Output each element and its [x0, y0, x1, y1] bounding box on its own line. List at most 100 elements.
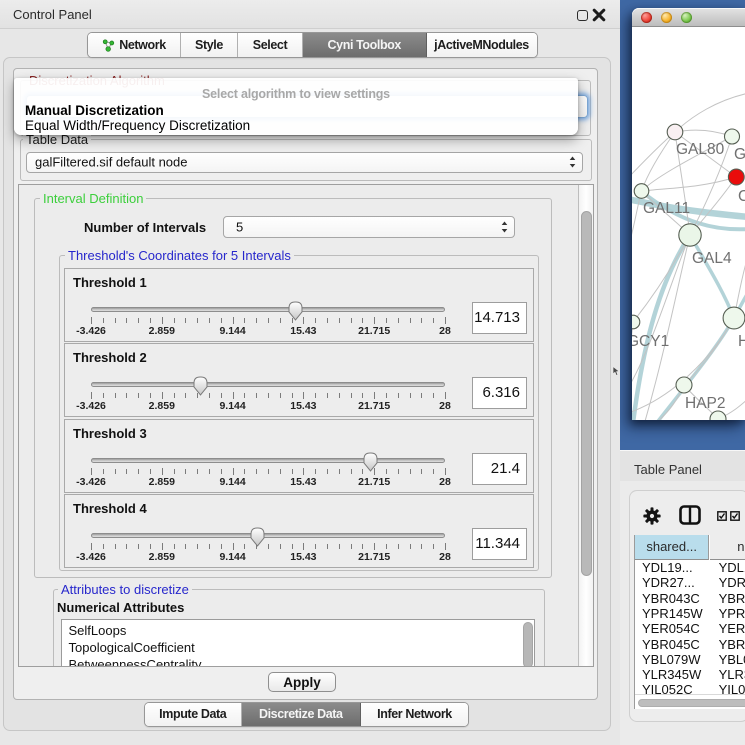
zoom-traffic-light[interactable]: [681, 12, 692, 23]
cell-name: YER0: [719, 621, 745, 636]
scrollbar-thumb[interactable]: [581, 211, 592, 576]
slider-tick-label: 15.43: [290, 476, 316, 488]
network-node-red-node[interactable]: [728, 169, 744, 185]
minimize-traffic-light[interactable]: [661, 12, 672, 23]
table-row[interactable]: YPR145WYPR1: [635, 606, 745, 621]
tab-style[interactable]: Style: [181, 33, 238, 57]
gear-icon[interactable]: [643, 507, 661, 525]
slider-track[interactable]: [91, 533, 445, 538]
slider-minor-tick: [280, 469, 281, 474]
slider-track[interactable]: [91, 458, 445, 463]
close-traffic-light[interactable]: [641, 12, 652, 23]
slider-minor-tick: [221, 393, 222, 398]
control-panel-titlebar: Control Panel: [0, 0, 620, 29]
table-h-scrollbar[interactable]: [635, 694, 745, 709]
network-window[interactable]: GAL80GACGAL11GAL4GCY1HHAP2: [632, 8, 745, 420]
slider-minor-tick: [339, 393, 340, 398]
table-row[interactable]: YDL19... YDL1: [635, 560, 745, 575]
slider-tick-label: -3.426: [76, 476, 106, 488]
slider-minor-tick: [292, 393, 293, 398]
slider-track[interactable]: [91, 382, 445, 387]
float-window-icon[interactable]: [577, 10, 588, 21]
network-window-titlebar[interactable]: [632, 8, 745, 27]
slider-thumb[interactable]: [288, 301, 303, 321]
slider-thumb[interactable]: [250, 527, 265, 547]
threshold-value-field[interactable]: 6.316: [472, 377, 527, 409]
slider-minor-tick: [244, 318, 245, 323]
network-node-label: GAL4: [692, 250, 732, 267]
tab-infer-network[interactable]: Infer Network: [361, 703, 468, 727]
attribute-item[interactable]: SelfLoops: [69, 623, 127, 638]
slider-minor-tick: [433, 544, 434, 549]
network-node-GAL-right[interactable]: [725, 129, 740, 144]
threshold-value-field[interactable]: 14.713: [472, 302, 527, 334]
slider-minor-tick: [398, 469, 399, 474]
table-data-select[interactable]: galFiltered.sif default node: [26, 152, 583, 174]
slider-minor-tick: [103, 393, 104, 398]
slider-track[interactable]: [91, 307, 445, 312]
scrollbar-track[interactable]: [578, 185, 594, 667]
attribute-item[interactable]: TopologicalCoefficient: [69, 640, 195, 655]
table-row[interactable]: YER054CYER0: [635, 621, 745, 636]
popup-item-0[interactable]: Manual Discretization: [25, 103, 164, 118]
tab-label: Network: [119, 38, 166, 52]
slider-minor-tick: [221, 469, 222, 474]
attribute-item[interactable]: BetweennessCentrality: [69, 657, 202, 667]
tab-select[interactable]: Select: [238, 33, 303, 57]
mouse-cursor: [612, 366, 621, 377]
slider-major-tick: [374, 392, 375, 399]
network-node-GAL80[interactable]: [667, 124, 683, 140]
threshold-value-field[interactable]: 11.344: [472, 528, 527, 560]
tab-jactivemnodules[interactable]: jActiveMNodules: [427, 33, 537, 57]
slider-major-tick: [445, 392, 446, 399]
table-row[interactable]: YBR045CYBR0: [635, 637, 745, 652]
threshold-value-field[interactable]: 21.4: [472, 453, 527, 485]
cell-name: YDL1: [719, 560, 745, 575]
checkbox-icon-1[interactable]: [717, 511, 727, 521]
popup-item-1[interactable]: Equal Width/Frequency Discretization: [25, 118, 250, 133]
slider-minor-tick: [421, 469, 422, 474]
number-of-intervals-select[interactable]: 5: [223, 216, 515, 238]
split-columns-icon[interactable]: [679, 505, 701, 525]
network-node-GAL4[interactable]: [679, 224, 701, 246]
slider-tick-label: 2.859: [149, 325, 175, 337]
column-header-name[interactable]: n: [710, 535, 745, 560]
close-icon[interactable]: [592, 8, 606, 22]
network-node-HAP2[interactable]: [676, 377, 692, 393]
table-row[interactable]: YLR345WYLR3: [635, 667, 745, 682]
network-node-GAL11[interactable]: [634, 184, 649, 199]
slider-thumb[interactable]: [193, 376, 208, 396]
checkbox-icon-2[interactable]: [730, 511, 740, 521]
slider-thumb[interactable]: [363, 452, 378, 472]
network-canvas[interactable]: GAL80GACGAL11GAL4GCY1HHAP2: [632, 28, 745, 420]
table-row[interactable]: YIL052CYIL0: [635, 682, 745, 694]
tab-network[interactable]: Network: [88, 33, 181, 57]
table-row[interactable]: YDR27...YDR2: [635, 575, 745, 590]
network-node-H-node[interactable]: [723, 307, 745, 329]
slider-minor-tick: [174, 318, 175, 323]
slider-major-tick: [445, 317, 446, 324]
cell-shared-name: YDL19...: [642, 560, 693, 575]
slider-minor-tick: [209, 544, 210, 549]
combo-arrows-icon: [569, 156, 576, 168]
tab-discretize-data[interactable]: Discretize Data: [242, 703, 362, 727]
table-h-scrollbar-thumb[interactable]: [638, 699, 745, 707]
network-node-bottom-node[interactable]: [710, 411, 726, 420]
numerical-attributes-list[interactable]: SelfLoops TopologicalCoefficient Betweenne…: [61, 619, 535, 667]
slider-major-tick: [445, 543, 446, 550]
tab-cyni-toolbox[interactable]: Cyni Toolbox: [303, 33, 427, 57]
column-header-shared-name[interactable]: shared...: [635, 535, 709, 560]
threshold-panel-3: Threshold 3-3.4262.8599.14415.4321.71528…: [64, 419, 534, 493]
slider-minor-tick: [244, 469, 245, 474]
apply-button[interactable]: Apply: [268, 672, 336, 693]
slider-minor-tick: [268, 393, 269, 398]
slider-minor-tick: [115, 318, 116, 323]
table-row[interactable]: YBL079WYBL0: [635, 652, 745, 667]
list-scrollbar-thumb[interactable]: [523, 622, 533, 667]
slider-major-tick: [162, 317, 163, 324]
tab-impute-data[interactable]: Impute Data: [145, 703, 242, 727]
table-row[interactable]: YBR043CYBR0: [635, 591, 745, 606]
threshold-label: Threshold 4: [73, 501, 147, 516]
network-node-GCY1[interactable]: [632, 315, 640, 329]
slider-minor-tick: [256, 469, 257, 474]
